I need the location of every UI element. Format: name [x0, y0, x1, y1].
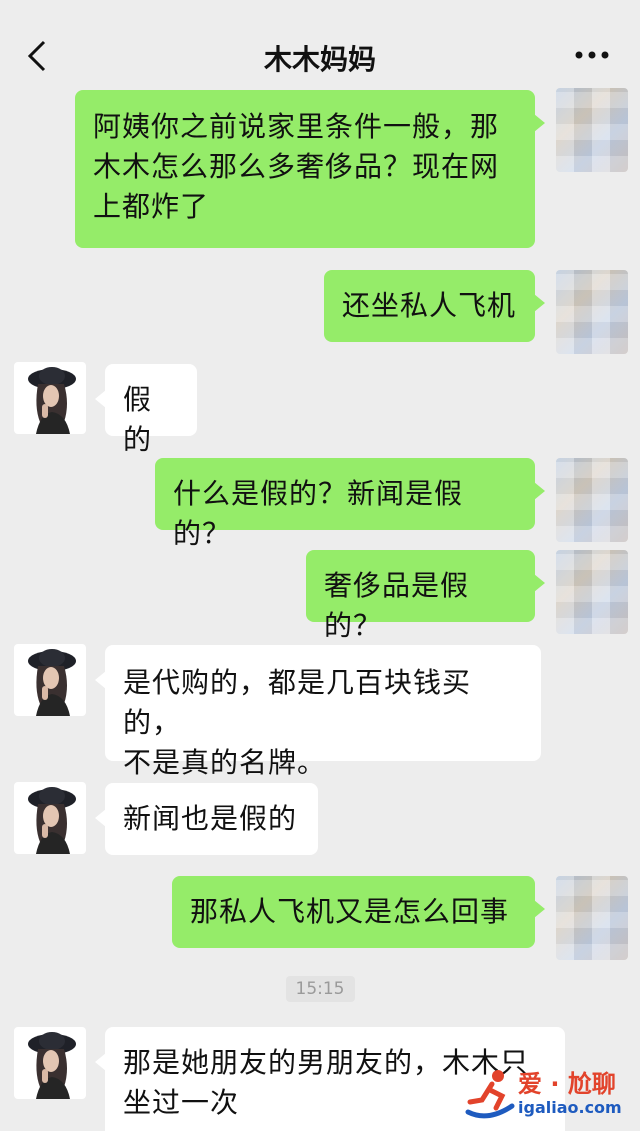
message-bubble-sent[interactable]: 奢侈品是假的？ — [306, 550, 545, 642]
more-dots-icon[interactable] — [574, 50, 610, 60]
my-avatar[interactable] — [556, 270, 628, 354]
woman-in-hat-avatar-image — [28, 787, 76, 854]
woman-in-hat-avatar-image — [28, 1032, 76, 1099]
message-bubble-received[interactable]: 新闻也是假的 — [95, 783, 318, 855]
message-line: 假的 — [123, 383, 153, 456]
message-bubble-received[interactable]: 是代购的，都是几百块钱买的， 不是真的名牌。 — [95, 645, 541, 779]
contact-avatar[interactable] — [14, 362, 86, 434]
woman-in-hat-avatar-image — [28, 367, 76, 434]
woman-in-hat-avatar-image — [28, 649, 76, 716]
running-figure-logo-icon — [465, 1070, 515, 1119]
message-line: 不是真的名牌。 — [123, 746, 327, 779]
message-line: 那私人飞机又是怎么回事 — [190, 895, 510, 928]
message-line: 是代购的，都是几百块钱买的， — [123, 666, 472, 739]
message-line: 奢侈品是假的？ — [324, 569, 470, 642]
my-avatar[interactable] — [556, 550, 628, 634]
message-line: 新闻也是假的 — [123, 802, 298, 835]
watermark-text: 爱 · 尬聊 — [518, 1070, 616, 1098]
chat-header: 木木妈妈 — [0, 0, 640, 96]
my-avatar[interactable] — [556, 876, 628, 960]
watermark-url: igaliao.com — [518, 1098, 622, 1117]
message-bubble-sent[interactable]: 阿姨你之前说家里条件一般，那 木木怎么那么多奢侈品？现在网 上都炸了 — [75, 90, 545, 248]
message-line: 阿姨你之前说家里条件一般，那 — [93, 110, 500, 143]
timestamp: 15:15 — [0, 976, 640, 1002]
my-avatar[interactable] — [556, 458, 628, 542]
message-bubble-sent[interactable]: 什么是假的？新闻是假的？ — [155, 458, 545, 550]
watermark: 爱 · 尬聊 igaliao.com — [462, 1060, 632, 1126]
timestamp-label: 15:15 — [285, 976, 355, 1002]
message-bubble-sent[interactable]: 那私人飞机又是怎么回事 — [172, 876, 545, 948]
message-line: 上都炸了 — [93, 190, 210, 223]
contact-avatar[interactable] — [14, 644, 86, 716]
message-line: 什么是假的？新闻是假的？ — [173, 477, 464, 550]
contact-avatar[interactable] — [14, 1027, 86, 1099]
message-bubble-sent[interactable]: 还坐私人飞机 — [324, 270, 545, 342]
contact-avatar[interactable] — [14, 782, 86, 854]
message-bubble-received[interactable]: 假的 — [95, 364, 197, 456]
my-avatar[interactable] — [556, 88, 628, 172]
message-line: 木木怎么那么多奢侈品？现在网 — [93, 150, 500, 183]
chat-title: 木木妈妈 — [263, 43, 376, 76]
message-line: 还坐私人飞机 — [342, 289, 517, 322]
